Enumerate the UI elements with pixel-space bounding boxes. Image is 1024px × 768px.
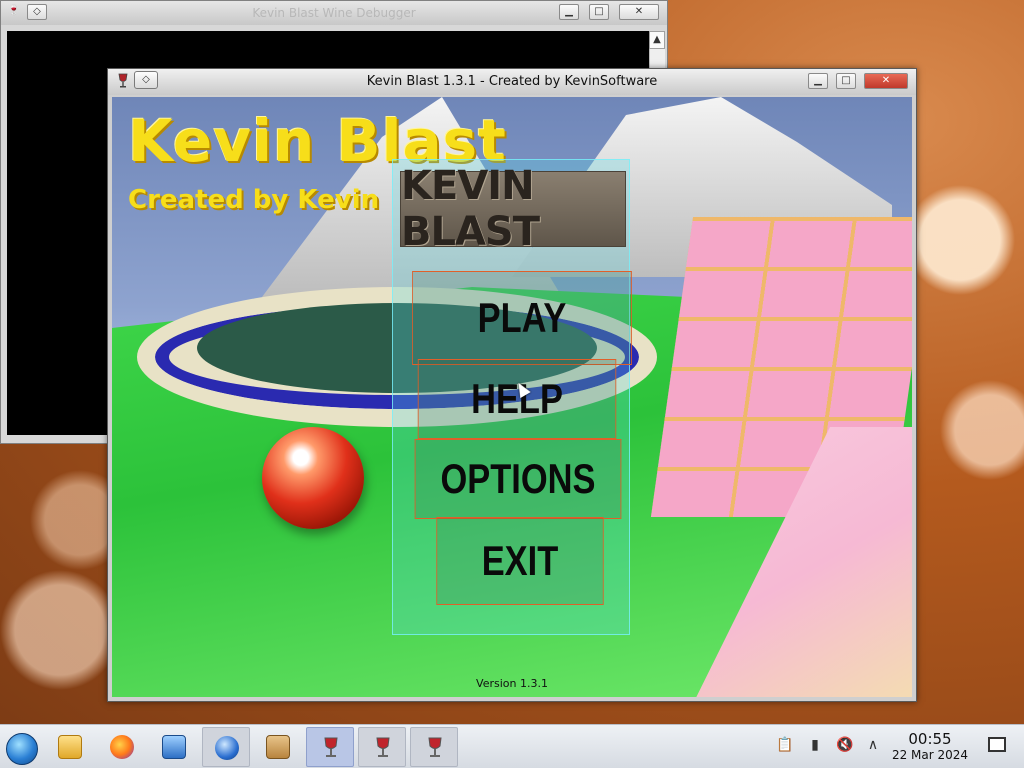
play-button[interactable]: PLAY [412,271,632,365]
kevin-blast-titlebar[interactable]: ◇ Kevin Blast 1.3.1 - Created by KevinSo… [108,69,916,95]
volume-muted-icon[interactable]: 🔇 [836,736,854,754]
clock-date[interactable]: 22 Mar 2024 [884,748,976,762]
options-label: OPTIONS [440,455,596,502]
chevron-up-icon[interactable]: ∧ [864,736,882,754]
firefox-icon [110,735,134,759]
maximize-button[interactable]: □ [836,73,856,89]
version-label: Version 1.3.1 [476,677,548,690]
taskbar-wine-app-2[interactable] [358,727,406,767]
exit-label: EXIT [481,537,559,584]
minimize-button[interactable]: ▁ [559,4,579,20]
taskbar-file-manager[interactable] [46,727,94,767]
wine-glass-icon [373,736,393,760]
package-icon [266,735,290,759]
taskbar-control-panel[interactable] [150,727,198,767]
player-ball [262,427,364,529]
wine-glass-icon [425,736,445,760]
taskbar-installer[interactable] [202,727,250,767]
wine-debugger-titlebar[interactable]: 🍷 ◇ Kevin Blast Wine Debugger ▁ □ ✕ [1,1,667,25]
taskbar-wine-app-1[interactable] [306,727,354,767]
show-desktop-icon[interactable] [988,737,1006,752]
clipboard-icon[interactable]: 📋 [776,736,794,754]
globe-icon [215,736,239,760]
taskbar-package-manager[interactable] [254,727,302,767]
kevin-blast-window[interactable]: ◇ Kevin Blast 1.3.1 - Created by KevinSo… [107,68,917,702]
help-label: HELP [471,375,563,422]
maximize-button[interactable]: □ [589,4,609,20]
play-label: PLAY [477,294,567,341]
options-button[interactable]: OPTIONS [414,439,622,519]
exit-button[interactable]: EXIT [436,517,604,605]
start-button[interactable] [0,727,48,767]
game-canvas[interactable]: Kevin Blast Created by Kevin KEVIN BLAST… [112,97,912,697]
close-button[interactable]: ✕ [619,4,659,20]
control-panel-icon [162,735,186,759]
taskbar-firefox[interactable] [98,727,146,767]
scroll-up-button[interactable]: ▲ [649,31,665,49]
minimize-button[interactable]: ▁ [808,73,828,89]
taskbar-wine-app-3[interactable] [410,727,458,767]
game-logo-subtitle: Created by Kevin [128,185,380,215]
folder-icon [58,735,82,759]
clock-time[interactable]: 00:55 [892,730,968,748]
battery-icon[interactable]: ▮ [806,736,824,754]
window-title: Kevin Blast 1.3.1 - Created by KevinSoft… [366,74,658,89]
menu-logo: KEVIN BLAST [400,163,626,255]
wine-glass-icon [321,736,341,760]
start-orb-icon [6,733,38,765]
close-button[interactable]: ✕ [864,73,908,89]
help-button[interactable]: HELP [417,359,617,439]
